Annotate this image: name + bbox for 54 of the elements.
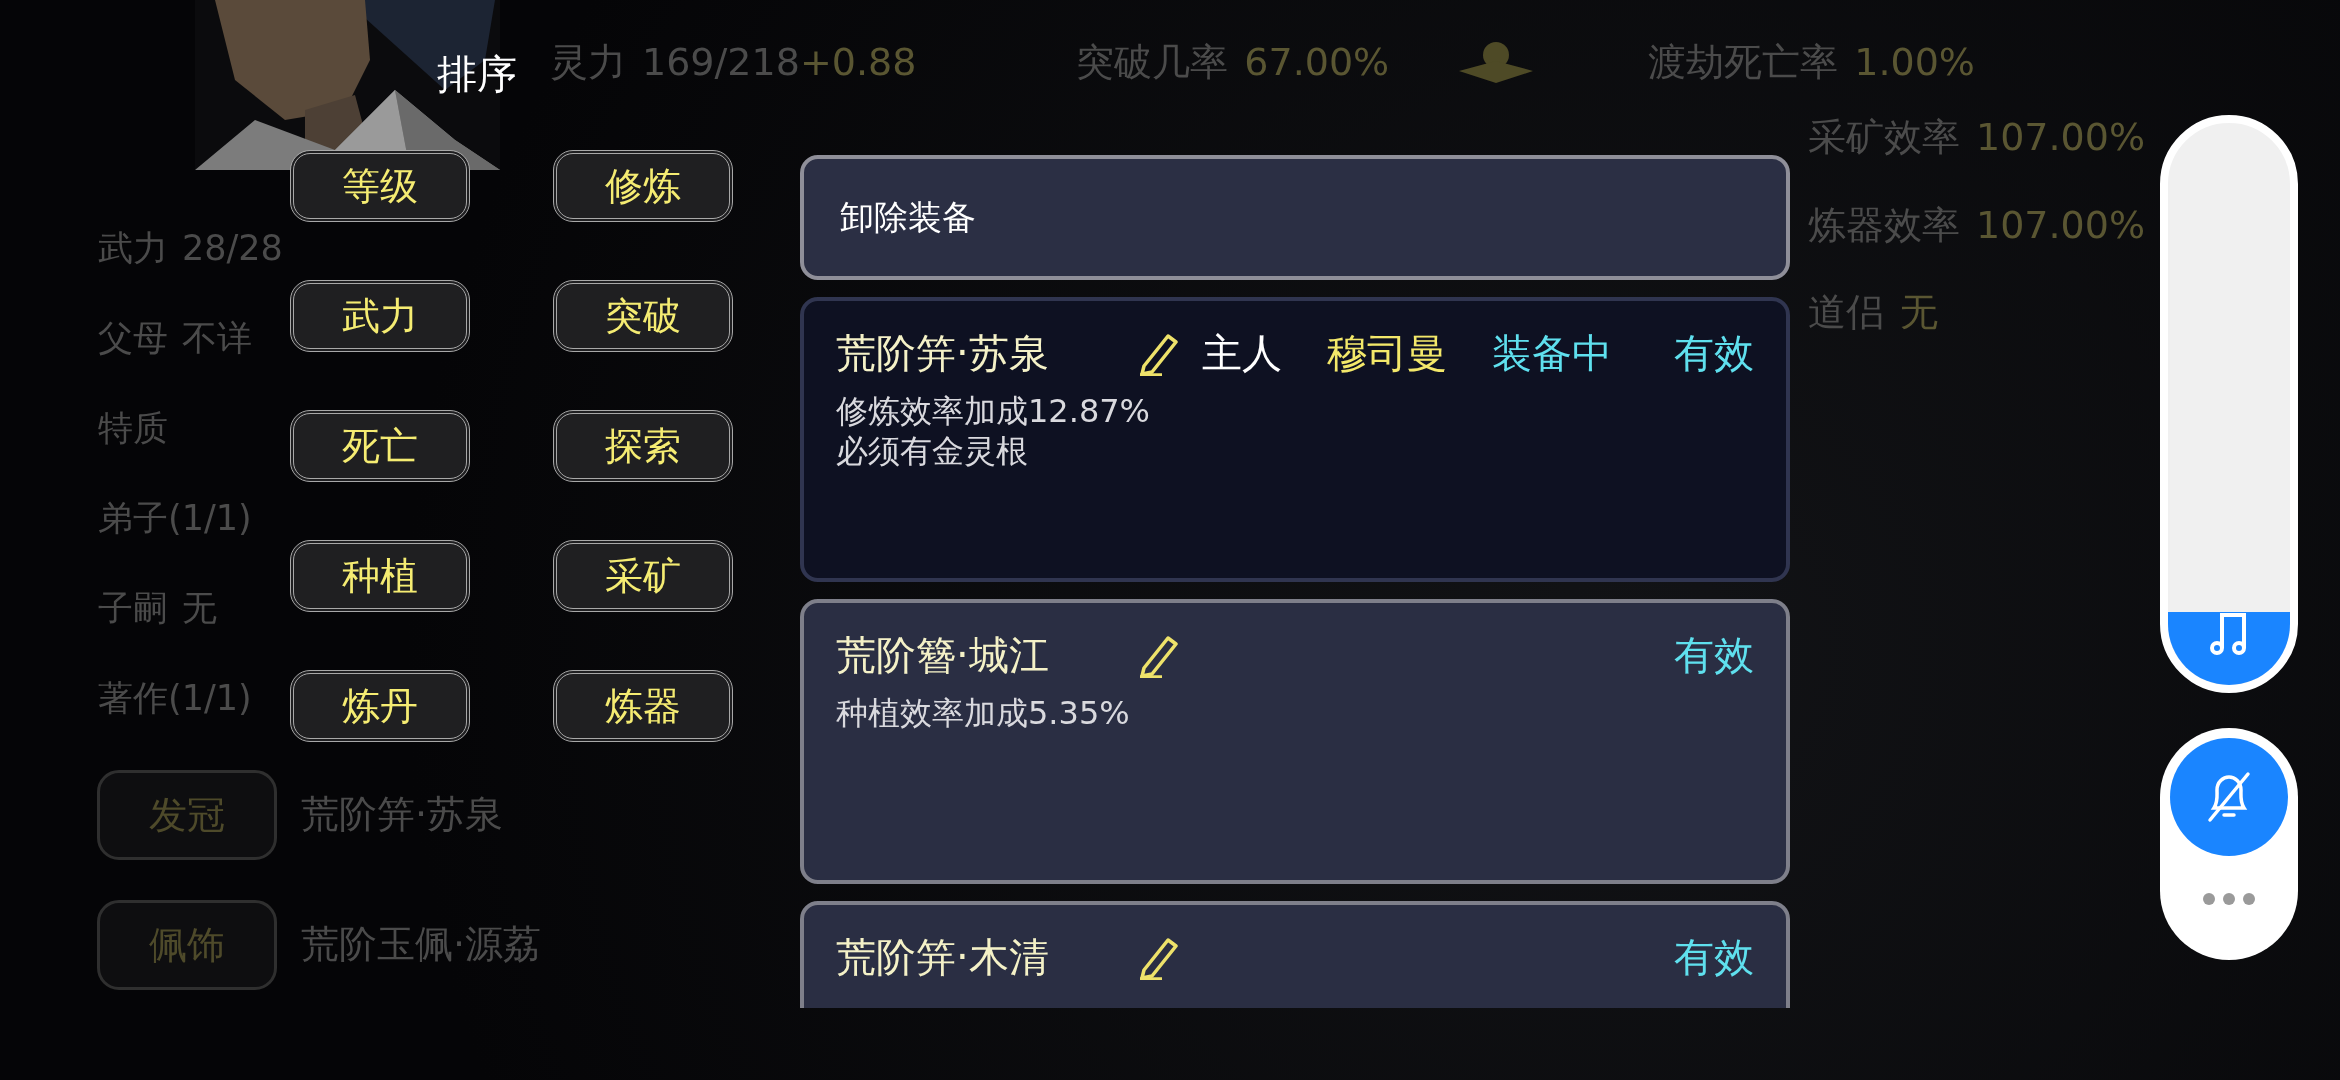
attribute-value: 28/28 — [182, 227, 283, 269]
sort-option-button[interactable]: 种植 — [290, 540, 470, 612]
sort-option-button[interactable]: 探索 — [553, 410, 733, 482]
item-effect: 种植效率加成5.35% — [836, 693, 1131, 733]
equip-status: 装备中 — [1492, 329, 1612, 378]
item-name: 荒阶簪·城江 — [836, 631, 1050, 680]
stat-label: 渡劫死亡率 — [1648, 40, 1839, 86]
sort-option-button[interactable]: 炼器 — [553, 670, 733, 742]
attribute-label: 弟子(1/1) — [98, 497, 252, 539]
stat-value: 107.00% — [1976, 115, 2146, 161]
attribute-label: 父母 — [98, 317, 168, 359]
attribute-label: 武力 — [98, 227, 168, 269]
unequip-button[interactable]: 卸除装备 — [800, 155, 1790, 280]
music-note-icon — [2209, 611, 2249, 656]
stat-value: 67.00% — [1244, 40, 1390, 86]
owner-label: 主人 — [1202, 329, 1282, 378]
sort-option-button[interactable]: 突破 — [553, 280, 733, 352]
attribute-label: 特质 — [98, 407, 168, 449]
attribute-label: 著作(1/1) — [98, 677, 252, 719]
stat-value: 169/218 — [642, 40, 800, 86]
sort-option-button[interactable]: 炼丹 — [290, 670, 470, 742]
stat-label: 采矿效率 — [1808, 115, 1960, 161]
equipped-item-name: 荒阶笄·苏泉 — [301, 792, 504, 838]
item-name: 荒阶笄·苏泉 — [836, 329, 1050, 378]
equipment-card[interactable]: 荒阶簪·城江 有效 种植效率加成5.35% — [800, 599, 1790, 884]
sort-option-button[interactable]: 采矿 — [553, 540, 733, 612]
sort-option-button[interactable]: 等级 — [290, 150, 470, 222]
validity-status: 有效 — [1674, 631, 1754, 680]
sort-option-button[interactable]: 修炼 — [553, 150, 733, 222]
stat-bonus: +0.88 — [799, 40, 917, 86]
equipped-item-name: 荒阶玉佩·源荔 — [301, 922, 542, 968]
stat-value: 无 — [1900, 290, 1938, 336]
owner-name: 穆司曼 — [1327, 329, 1447, 378]
item-effect: 必须有金灵根 — [836, 431, 1029, 471]
more-icon[interactable] — [2202, 891, 2256, 906]
equipment-card[interactable]: 荒阶笄·苏泉 主人 穆司曼 装备中 有效 修炼效率加成12.87% 必须有金灵根 — [800, 297, 1790, 582]
validity-status: 有效 — [1674, 933, 1754, 982]
attribute-label: 子嗣 — [98, 587, 168, 629]
sort-title: 排序 — [436, 50, 517, 98]
validity-status: 有效 — [1674, 329, 1754, 378]
sort-option-button[interactable]: 死亡 — [290, 410, 470, 482]
emblem-icon — [1459, 40, 1534, 85]
attribute-value: 无 — [182, 587, 217, 629]
attribute-value: 不详 — [182, 317, 252, 359]
stat-label: 突破几率 — [1076, 40, 1229, 86]
sort-option-button[interactable]: 武力 — [290, 280, 470, 352]
item-name: 荒阶笄·木清 — [836, 933, 1050, 982]
stat-label: 道侣 — [1808, 290, 1884, 336]
stat-label: 炼器效率 — [1808, 202, 1960, 249]
stat-value: 1.00% — [1854, 40, 1975, 86]
stat-value: 107.00% — [1976, 202, 2146, 249]
item-effect: 修炼效率加成12.87% — [836, 391, 1151, 431]
stat-label: 灵力 — [550, 40, 626, 86]
equipment-card[interactable]: 荒阶笄·木清 有效 — [800, 901, 1790, 1008]
